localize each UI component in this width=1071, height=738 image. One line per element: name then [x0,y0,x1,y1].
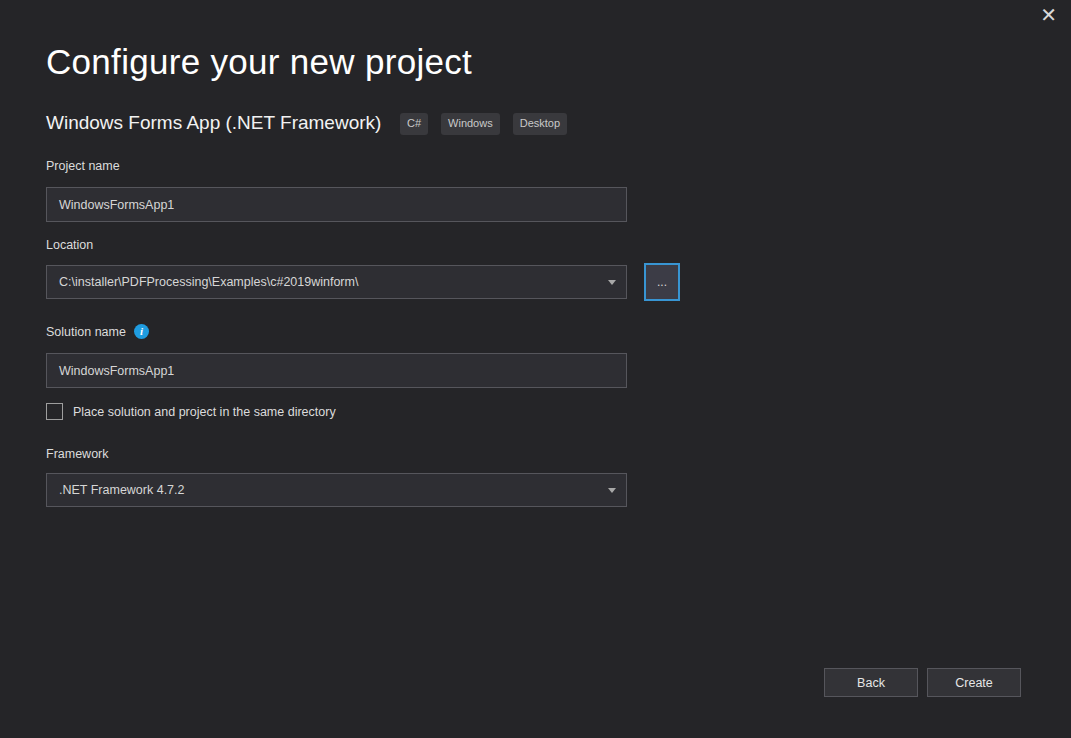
back-label: Back [857,676,885,690]
browse-label: ... [657,275,667,289]
create-label: Create [955,676,993,690]
framework-label: Framework [46,447,109,461]
project-name-label: Project name [46,159,120,173]
create-button[interactable]: Create [927,668,1021,697]
project-name-input[interactable]: WindowsFormsApp1 [46,187,627,222]
tag-windows: Windows [441,113,500,135]
location-value: C:\installer\PDFProcessing\Examples\c#20… [59,275,358,289]
solution-name-label: Solution name [46,325,126,339]
same-directory-label: Place solution and project in the same d… [73,405,336,419]
location-label: Location [46,238,93,252]
location-combo[interactable]: C:\installer\PDFProcessing\Examples\c#20… [46,265,627,299]
framework-value: .NET Framework 4.7.2 [59,483,185,497]
solution-name-input[interactable]: WindowsFormsApp1 [46,353,627,388]
project-type-subtitle: Windows Forms App (.NET Framework) [46,112,381,134]
framework-combo[interactable]: .NET Framework 4.7.2 [46,473,627,507]
chevron-down-icon [608,280,616,285]
solution-name-value: WindowsFormsApp1 [59,364,174,378]
same-directory-checkbox[interactable] [46,403,63,420]
back-button[interactable]: Back [824,668,918,697]
close-icon[interactable]: ✕ [1040,4,1057,26]
tag-desktop: Desktop [513,113,567,135]
info-icon[interactable]: i [134,324,149,339]
page-title: Configure your new project [46,42,472,82]
project-name-value: WindowsFormsApp1 [59,198,174,212]
tag-csharp: C# [400,113,428,135]
chevron-down-icon [608,488,616,493]
tag-list: C# Windows Desktop [400,113,567,135]
browse-button[interactable]: ... [644,263,680,301]
